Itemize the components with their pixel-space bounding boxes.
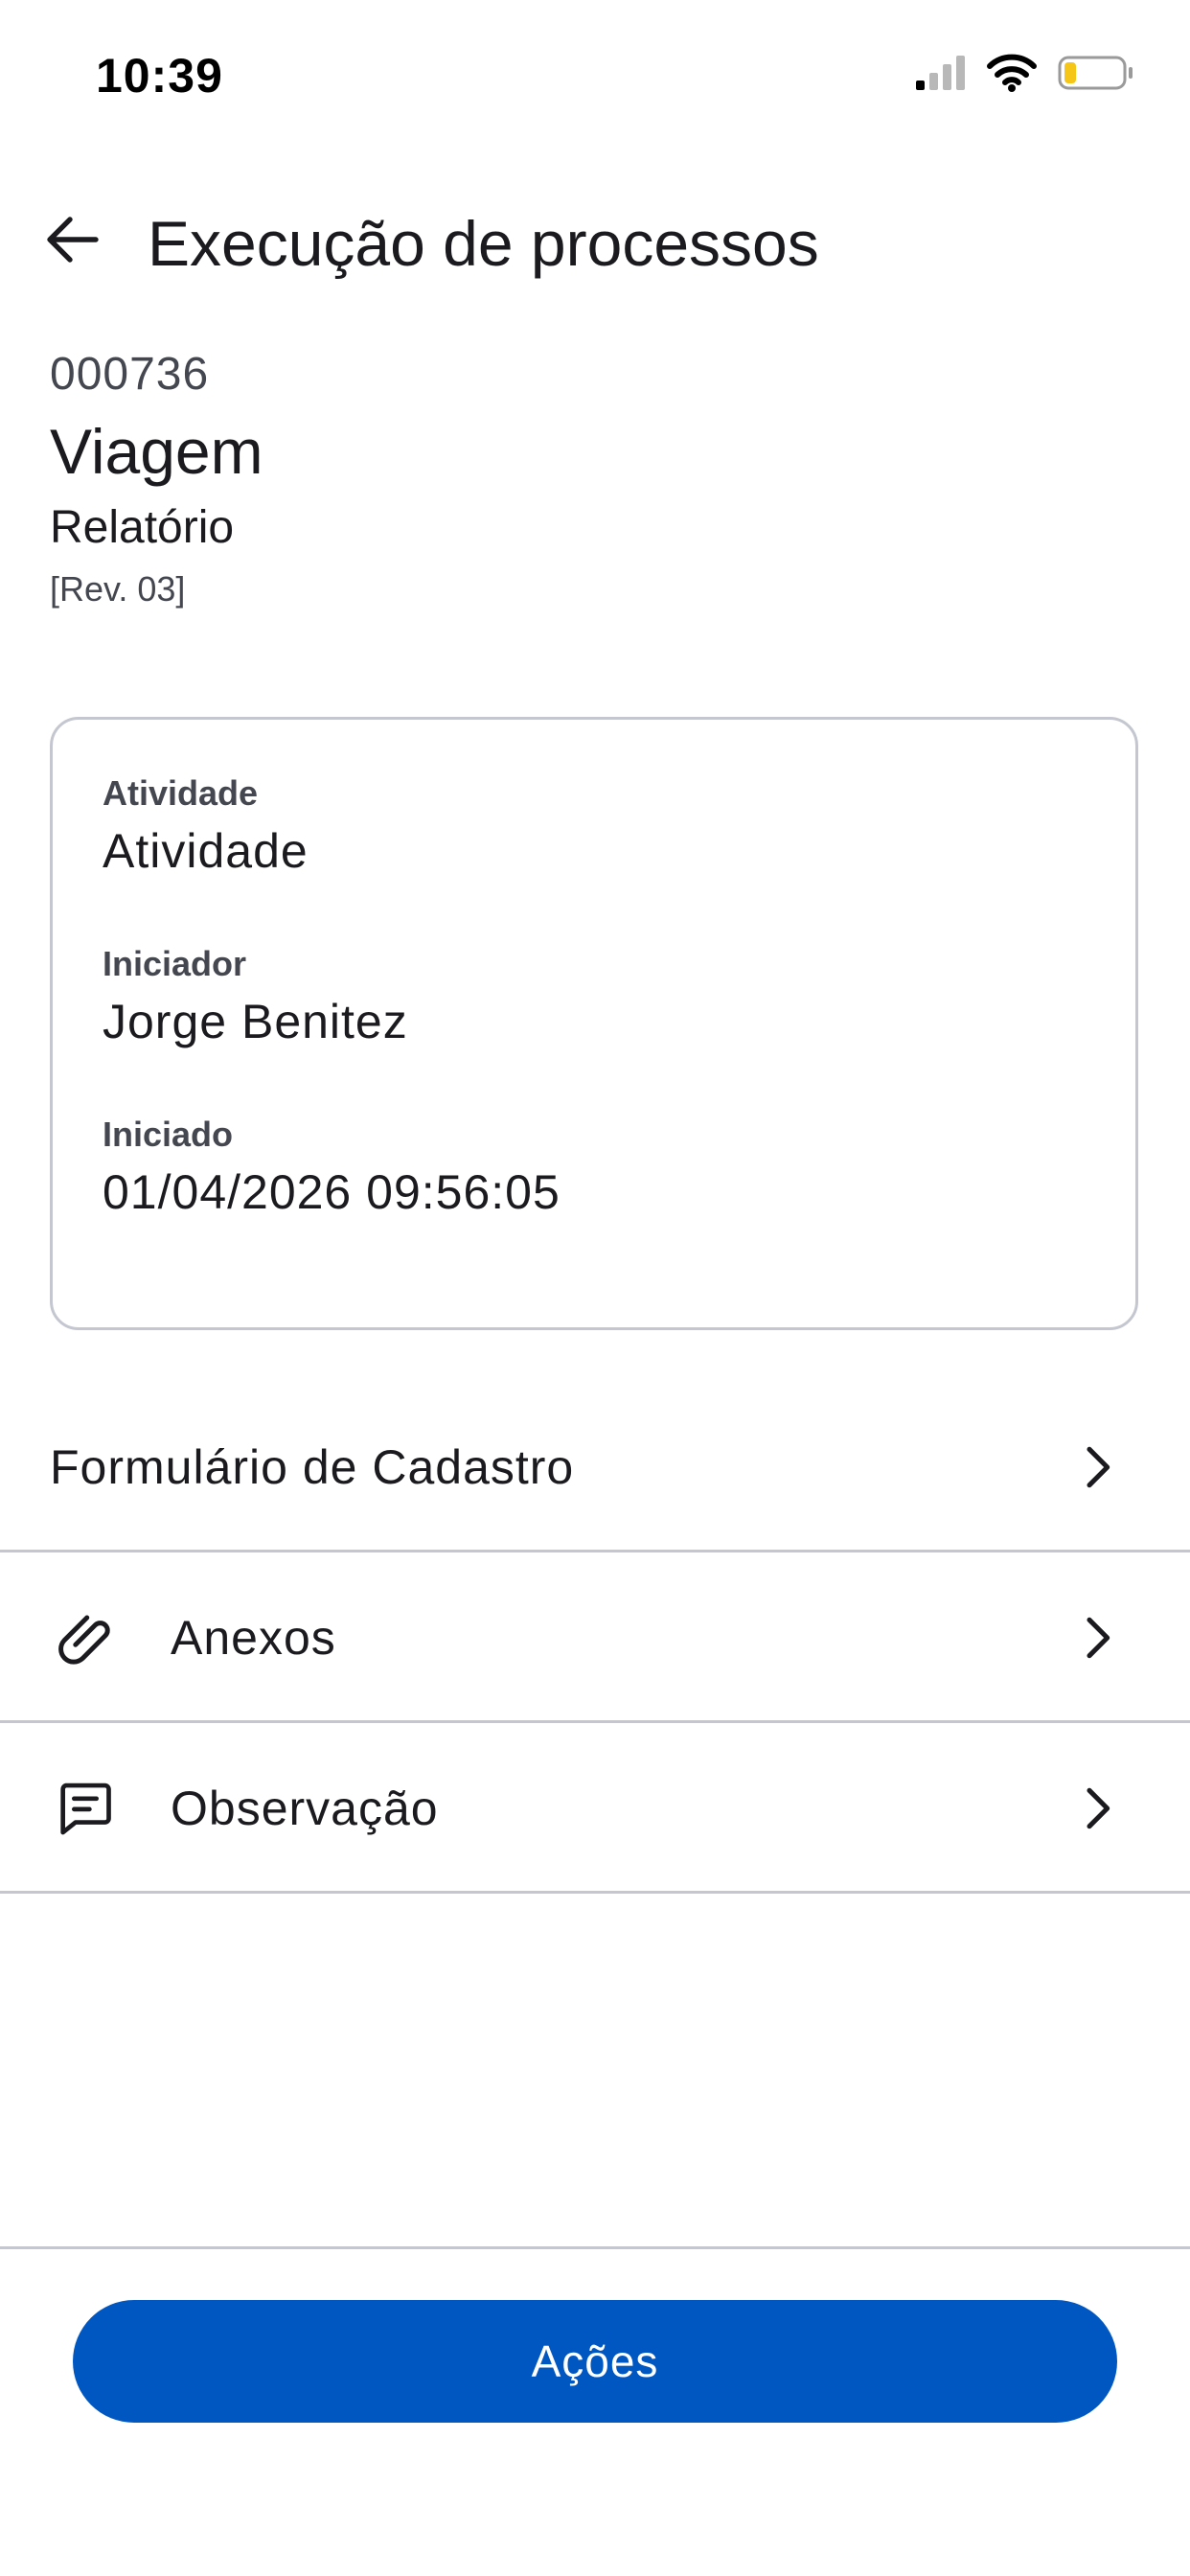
detail-value: Jorge Benitez: [103, 995, 408, 1048]
battery-icon: [1058, 54, 1134, 97]
menu-item-label: Observação: [171, 1782, 439, 1835]
detail-label: Atividade: [103, 773, 259, 813]
cellular-signal-icon: [914, 54, 966, 97]
details-card: Atividade Atividade Iniciador Jorge Beni…: [50, 717, 1138, 1330]
process-name: Viagem: [50, 416, 263, 487]
process-revision: [Rev. 03]: [50, 569, 186, 609]
arrow-left-icon: [47, 217, 99, 263]
menu-item-label: Anexos: [171, 1611, 336, 1665]
app-bar: Execução de processos: [0, 182, 1190, 297]
detail-value: Atividade: [103, 824, 309, 878]
process-header: 000736 Viagem Relatório [Rev. 03]: [50, 343, 1142, 615]
menu-item-formulario[interactable]: Formulário de Cadastro: [0, 1382, 1190, 1552]
process-code: 000736: [50, 349, 210, 400]
page-title: Execução de processos: [148, 208, 819, 279]
detail-started: Iniciado 01/04/2026 09:56:05: [103, 1111, 561, 1226]
paperclip-icon: [50, 1602, 121, 1673]
actions-button[interactable]: Ações: [73, 2300, 1117, 2423]
footer-divider: [0, 2246, 1190, 2249]
process-type: Relatório: [50, 502, 235, 553]
chevron-right-icon: [1062, 1432, 1133, 1503]
detail-activity: Atividade Atividade: [103, 770, 309, 885]
chevron-right-icon: [1062, 1602, 1133, 1673]
back-button[interactable]: [34, 201, 111, 278]
detail-initiator: Iniciador Jorge Benitez: [103, 940, 408, 1055]
detail-value: 01/04/2026 09:56:05: [103, 1165, 561, 1219]
detail-label: Iniciador: [103, 944, 247, 983]
comment-icon: [50, 1773, 121, 1844]
menu-item-label: Formulário de Cadastro: [50, 1440, 575, 1494]
chevron-right-icon: [1062, 1773, 1133, 1844]
status-bar: 10:39: [0, 0, 1190, 144]
menu-item-anexos[interactable]: Anexos: [0, 1552, 1190, 1723]
wifi-icon: [987, 54, 1037, 97]
menu-item-observacao[interactable]: Observação: [0, 1723, 1190, 1894]
status-icons: [914, 54, 1134, 97]
detail-label: Iniciado: [103, 1115, 234, 1154]
status-time: 10:39: [96, 49, 223, 103]
